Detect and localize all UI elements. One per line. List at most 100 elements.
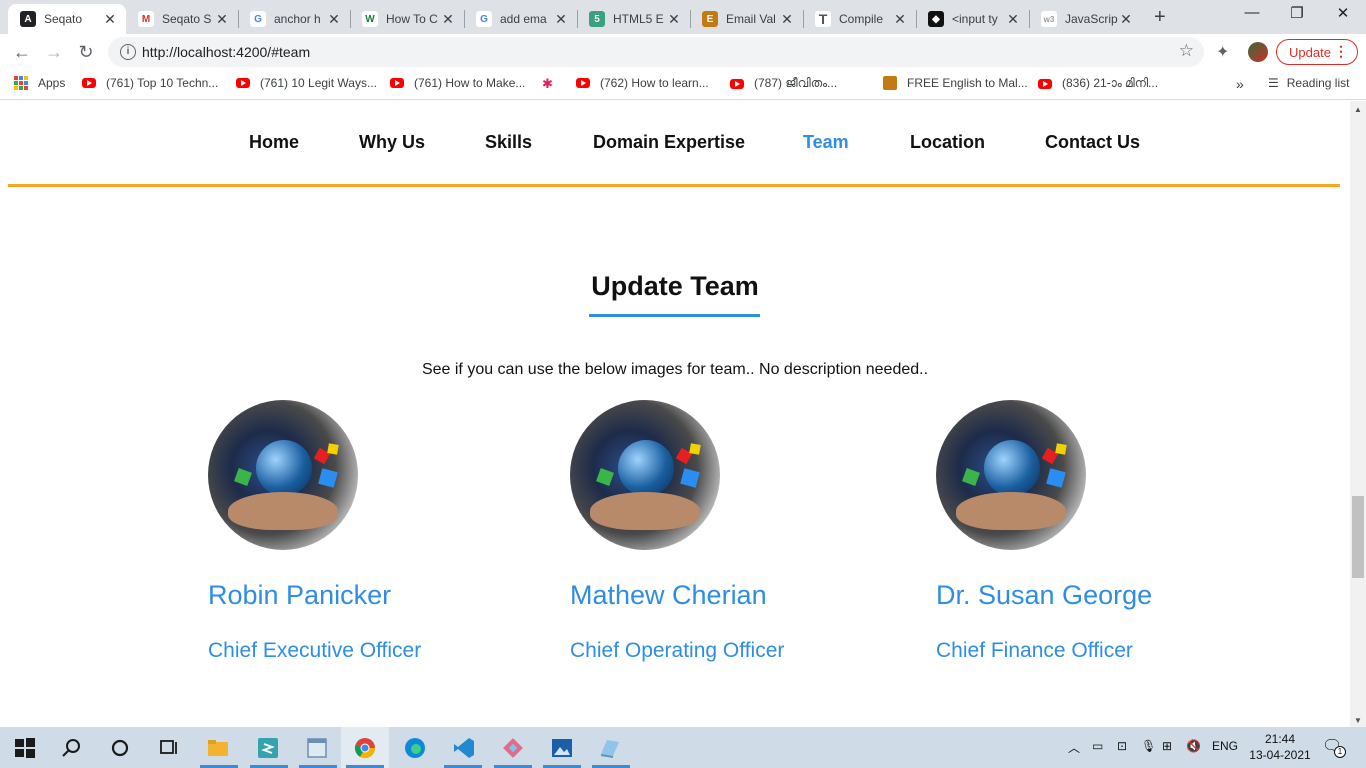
update-button[interactable]: Update ⋮ bbox=[1276, 39, 1358, 65]
tab-seqato[interactable]: A Seqato ✕ bbox=[8, 4, 126, 34]
bookmark-star-icon[interactable]: ☆ bbox=[1179, 41, 1194, 61]
bookmarks-bar: Apps (761) Top 10 Techn... (761) 10 Legi… bbox=[0, 70, 1366, 100]
tab-html5[interactable]: 5 HTML5 E ✕ bbox=[577, 4, 690, 34]
close-icon[interactable]: ✕ bbox=[440, 11, 456, 28]
minimize-icon[interactable]: — bbox=[1229, 4, 1275, 21]
close-icon[interactable]: ✕ bbox=[1118, 11, 1134, 28]
notifications-button[interactable]: 🗨 1 bbox=[1322, 736, 1346, 758]
bookmark-label: FREE English to Mal... bbox=[907, 76, 1028, 90]
bookmark-item[interactable]: (787) ജീവിതം... bbox=[730, 76, 837, 91]
snipping-tool-icon[interactable] bbox=[501, 736, 525, 760]
info-icon[interactable]: i bbox=[120, 44, 136, 60]
windows-taskbar: ︿ ▭ ⊡ 🎙 ⊞ 🔇 ENG 21:44 13-04-2021 🗨 1 bbox=[0, 727, 1366, 768]
tab-javascript[interactable]: w3 JavaScrip ✕ bbox=[1029, 4, 1142, 34]
tab-title: Email Val bbox=[726, 12, 776, 26]
tab-title: JavaScrip bbox=[1065, 12, 1118, 26]
close-window-icon[interactable]: ✕ bbox=[1320, 4, 1366, 22]
device-icon[interactable]: ⊡ bbox=[1117, 739, 1127, 753]
notepad-icon[interactable] bbox=[305, 736, 329, 760]
network-icon[interactable]: ⊞ bbox=[1162, 739, 1172, 753]
bookmark-item[interactable]: (836) 21-ാം മിനി... bbox=[1038, 76, 1158, 91]
update-button-label: Update bbox=[1289, 44, 1331, 60]
team-member-role: Chief Finance Officer bbox=[936, 639, 1133, 662]
battery-icon[interactable]: ▭ bbox=[1092, 739, 1103, 753]
close-icon[interactable]: ✕ bbox=[1005, 11, 1021, 28]
more-bookmarks-button[interactable]: » bbox=[1236, 76, 1244, 92]
tab-email-validation[interactable]: E Email Val ✕ bbox=[690, 4, 803, 34]
tab-google-email[interactable]: G add ema ✕ bbox=[464, 4, 577, 34]
youtube-icon bbox=[236, 78, 250, 88]
new-tab-icon[interactable]: + bbox=[1154, 6, 1166, 29]
team-member-photo bbox=[208, 400, 358, 550]
scrollbar-thumb[interactable] bbox=[1352, 496, 1364, 578]
google-icon: G bbox=[476, 11, 492, 27]
back-icon[interactable]: ← bbox=[10, 40, 34, 64]
html5-icon: 5 bbox=[589, 11, 605, 27]
forward-icon[interactable]: → bbox=[42, 40, 66, 64]
youtube-icon bbox=[390, 78, 404, 88]
sublime-text-icon[interactable] bbox=[256, 736, 280, 760]
bookmark-item[interactable]: (761) How to Make... bbox=[390, 76, 525, 90]
edge-icon[interactable] bbox=[403, 736, 427, 760]
address-bar[interactable]: i http://localhost:4200/#team ☆ bbox=[108, 37, 1204, 67]
menu-dots-icon: ⋮ bbox=[1334, 43, 1348, 59]
restore-icon[interactable]: ❐ bbox=[1274, 4, 1320, 22]
windows-start-icon[interactable] bbox=[13, 736, 37, 760]
tab-google-anchor[interactable]: G anchor h ✕ bbox=[238, 4, 350, 34]
cortana-icon[interactable] bbox=[108, 736, 132, 760]
close-icon[interactable]: ✕ bbox=[553, 11, 569, 28]
tab-gmail[interactable]: M Seqato S ✕ bbox=[126, 4, 238, 34]
nav-why-us[interactable]: Why Us bbox=[359, 132, 425, 153]
scroll-up-icon[interactable]: ▲ bbox=[1354, 105, 1362, 114]
tab-wikihow[interactable]: W How To C ✕ bbox=[350, 4, 464, 34]
close-icon[interactable]: ✕ bbox=[102, 11, 118, 28]
nav-skills[interactable]: Skills bbox=[485, 132, 532, 153]
close-icon[interactable]: ✕ bbox=[666, 11, 682, 28]
nav-contact-us[interactable]: Contact Us bbox=[1045, 132, 1140, 153]
team-member-card: Mathew Cherian Chief Operating Officer bbox=[570, 400, 890, 663]
search-icon[interactable] bbox=[60, 736, 84, 760]
bookmark-apps[interactable]: Apps bbox=[14, 76, 65, 90]
bookmark-item[interactable]: (761) Top 10 Techn... bbox=[82, 76, 218, 90]
chrome-icon[interactable] bbox=[353, 736, 377, 760]
close-icon[interactable]: ✕ bbox=[892, 11, 908, 28]
bookmark-item[interactable]: ✱ bbox=[542, 76, 557, 92]
tab-compile[interactable]: T Compile ✕ bbox=[803, 4, 916, 34]
close-icon[interactable]: ✕ bbox=[779, 11, 795, 28]
extensions-icon[interactable]: ✦ bbox=[1216, 42, 1229, 62]
bookmark-label: (762) How to learn... bbox=[600, 76, 709, 90]
tab-input-type[interactable]: ◆ <input ty ✕ bbox=[916, 4, 1029, 34]
speaker-muted-icon[interactable]: 🔇 bbox=[1186, 739, 1201, 753]
language-indicator[interactable]: ENG bbox=[1212, 739, 1238, 753]
bookmark-item[interactable]: (762) How to learn... bbox=[576, 76, 709, 90]
page-scrollbar[interactable]: ▲ ▼ bbox=[1350, 101, 1366, 727]
file-explorer-icon[interactable] bbox=[206, 736, 230, 760]
nav-location[interactable]: Location bbox=[910, 132, 985, 153]
nav-home[interactable]: Home bbox=[249, 132, 299, 153]
tab-title: anchor h bbox=[274, 12, 321, 26]
dictionary-icon bbox=[883, 76, 897, 90]
tab-title: add ema bbox=[500, 12, 547, 26]
app-icon[interactable] bbox=[598, 736, 622, 760]
scroll-down-icon[interactable]: ▼ bbox=[1354, 716, 1362, 725]
gmail-icon: M bbox=[138, 11, 154, 27]
photos-icon[interactable] bbox=[550, 736, 574, 760]
profile-avatar[interactable] bbox=[1248, 42, 1268, 62]
microphone-icon[interactable]: 🎙 bbox=[1141, 739, 1156, 753]
nav-team[interactable]: Team bbox=[803, 132, 849, 153]
reload-icon[interactable]: ↻ bbox=[74, 40, 98, 64]
close-icon[interactable]: ✕ bbox=[326, 11, 342, 28]
notification-count: 1 bbox=[1334, 746, 1346, 758]
show-hidden-icons[interactable]: ︿ bbox=[1068, 739, 1080, 756]
team-member-name: Robin Panicker bbox=[208, 580, 392, 610]
clock[interactable]: 21:44 13-04-2021 bbox=[1238, 731, 1322, 763]
task-view-icon[interactable] bbox=[156, 736, 180, 760]
close-icon[interactable]: ✕ bbox=[214, 11, 230, 28]
bookmark-item[interactable]: FREE English to Mal... bbox=[883, 76, 1028, 90]
vscode-icon[interactable] bbox=[452, 736, 476, 760]
reading-list-button[interactable]: ☰ Reading list bbox=[1268, 76, 1349, 90]
url-text[interactable]: http://localhost:4200/#team bbox=[142, 44, 310, 60]
bookmark-item[interactable]: (761) 10 Legit Ways... bbox=[236, 76, 377, 90]
nav-domain-expertise[interactable]: Domain Expertise bbox=[593, 132, 745, 153]
team-member-card: Robin Panicker Chief Executive Officer bbox=[208, 400, 528, 663]
